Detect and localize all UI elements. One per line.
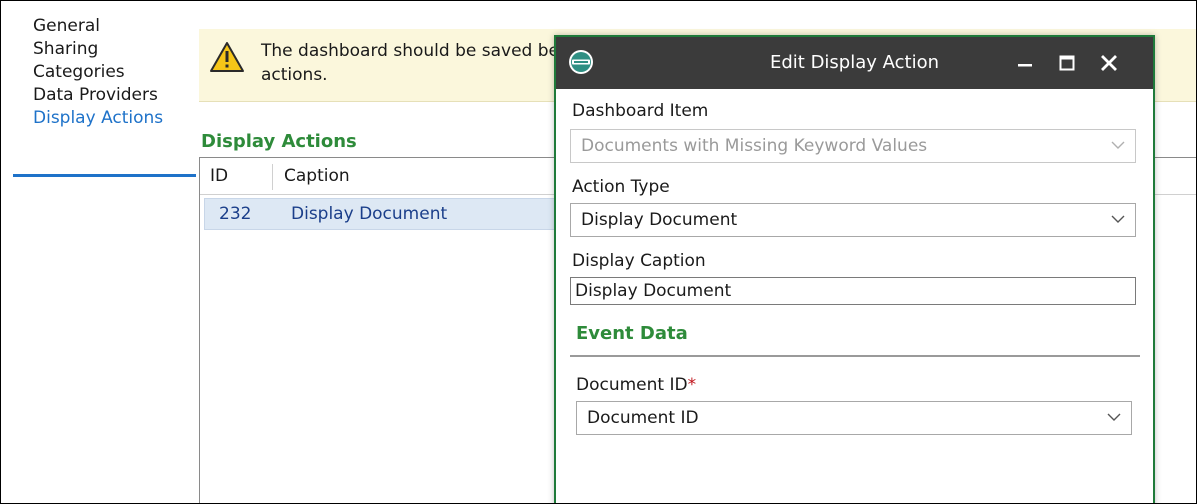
warning-icon <box>210 42 244 72</box>
nav-item-data-providers[interactable]: Data Providers <box>13 84 199 107</box>
document-id-select[interactable]: Document ID <box>576 401 1132 435</box>
action-type-value: Display Document <box>581 210 738 230</box>
column-header-id[interactable]: ID <box>210 166 228 186</box>
edit-display-action-dialog: Edit Display Action Dashboard Item Docum… <box>554 35 1155 503</box>
chevron-down-icon <box>1111 215 1125 223</box>
table-row[interactable]: 232 Display Document <box>204 198 566 230</box>
nav-item-categories[interactable]: Categories <box>13 61 199 84</box>
maximize-button[interactable] <box>1045 37 1089 89</box>
minimize-button[interactable] <box>1003 37 1047 89</box>
display-caption-value: Display Document <box>575 281 732 301</box>
dashboard-item-value: Documents with Missing Keyword Values <box>581 136 928 156</box>
maximize-icon <box>1059 55 1075 71</box>
nav-item-label: Categories <box>33 62 125 82</box>
dashboard-item-select: Documents with Missing Keyword Values <box>570 129 1136 163</box>
cell-id: 232 <box>219 204 252 224</box>
close-icon <box>1101 55 1117 71</box>
display-caption-label: Display Caption <box>572 251 706 271</box>
event-data-heading: Event Data <box>576 323 688 344</box>
minimize-icon <box>1018 64 1032 67</box>
document-id-label-text: Document ID <box>576 375 688 395</box>
chevron-down-icon <box>1111 141 1125 149</box>
column-header-caption[interactable]: Caption <box>284 166 350 186</box>
nav-item-label: General <box>33 16 100 36</box>
chevron-down-icon <box>1107 413 1121 421</box>
nav-item-display-actions[interactable]: Display Actions <box>13 107 199 130</box>
display-caption-input[interactable]: Display Document <box>570 277 1136 305</box>
active-nav-indicator <box>13 174 196 177</box>
nav-item-sharing[interactable]: Sharing <box>13 38 199 61</box>
section-title: Display Actions <box>201 131 357 152</box>
settings-nav: General Sharing Categories Data Provider… <box>13 15 199 130</box>
nav-item-general[interactable]: General <box>13 15 199 38</box>
dashboard-item-label: Dashboard Item <box>572 101 709 121</box>
cell-caption: Display Document <box>291 204 448 224</box>
action-type-select[interactable]: Display Document <box>570 203 1136 237</box>
column-divider <box>272 164 273 190</box>
nav-item-label: Display Actions <box>33 108 164 128</box>
section-divider <box>570 355 1140 357</box>
dialog-titlebar[interactable]: Edit Display Action <box>556 37 1153 89</box>
nav-item-label: Sharing <box>33 39 99 59</box>
close-button[interactable] <box>1087 37 1131 89</box>
window: General Sharing Categories Data Provider… <box>0 0 1197 504</box>
document-id-value: Document ID <box>587 408 699 428</box>
required-indicator: * <box>687 375 697 395</box>
document-id-label: Document ID* <box>576 375 696 395</box>
action-type-label: Action Type <box>572 177 670 197</box>
nav-item-label: Data Providers <box>33 85 158 105</box>
